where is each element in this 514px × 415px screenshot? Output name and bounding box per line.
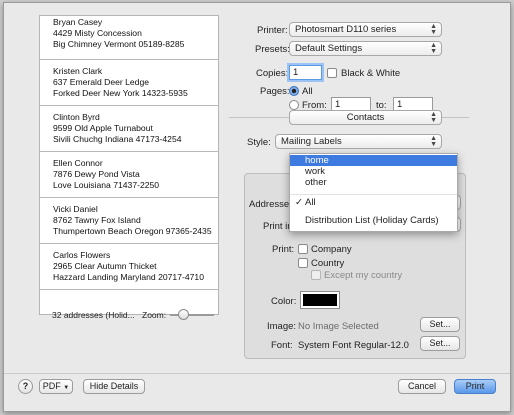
company-label: Company — [311, 244, 352, 255]
cancel-button[interactable]: Cancel — [398, 379, 446, 394]
print-button[interactable]: Print — [454, 379, 496, 394]
copies-label: Copies: — [256, 68, 289, 79]
address-name: Vicki Daniel — [53, 204, 98, 214]
black-white-checkbox[interactable] — [327, 68, 337, 78]
address-label-card: Clinton Byrd 9599 Old Apple Turnabout Sivi… — [40, 106, 218, 152]
pdf-menu-button[interactable]: PDF ▼ — [39, 379, 73, 394]
popup-arrows-icon: ▲ ▼ — [430, 135, 437, 148]
address-name: Bryan Casey — [53, 17, 103, 27]
address-city: Forked Deer New York 14323-5935 — [53, 88, 188, 98]
country-label: Country — [311, 258, 345, 269]
address-street: 4429 Misty Concession — [53, 28, 142, 38]
address-city: Big Chimney Vermont 05189-8285 — [53, 39, 185, 49]
font-set-button[interactable]: Set... — [420, 336, 460, 351]
addresses-label: Addresses — [249, 199, 294, 210]
address-label-card: Carlos Flowers 2965 Clear Autumn Thicket H… — [40, 244, 218, 290]
section-value: Contacts — [346, 112, 385, 123]
pages-label: Pages: — [260, 86, 290, 97]
address-name: Ellen Connor — [53, 158, 103, 168]
address-name: Clinton Byrd — [53, 112, 100, 122]
font-value: System Font Regular-12.0 — [298, 340, 409, 351]
style-popup[interactable]: Mailing Labels ▲ ▼ — [275, 134, 442, 149]
menu-item-distribution-list[interactable]: Distribution List (Holiday Cards) — [290, 215, 457, 226]
zoom-slider[interactable] — [170, 309, 214, 320]
address-name: Carlos Flowers — [53, 250, 111, 260]
font-label: Font: — [271, 340, 293, 351]
label-preview: Bryan Casey 4429 Misty Concession Big Chim… — [39, 15, 219, 315]
address-name: Kristen Clark — [53, 66, 103, 76]
menu-separator — [290, 194, 457, 195]
color-label: Color: — [271, 296, 297, 307]
help-button[interactable]: ? — [18, 379, 33, 394]
footer-divider — [4, 373, 510, 374]
company-checkbox[interactable] — [298, 244, 308, 254]
popup-arrows-icon: ▲ ▼ — [430, 42, 437, 55]
address-count-label: 32 addresses (Holid... — [52, 310, 135, 320]
address-label-card: Bryan Casey 4429 Misty Concession Big Chim… — [40, 16, 218, 60]
address-label-card: Ellen Connor 7876 Dewy Pond Vista Love Lou… — [40, 152, 218, 198]
pages-from-radio[interactable] — [289, 100, 299, 110]
print-options-label: Print: — [272, 244, 295, 255]
menu-item-all[interactable]: ✓ All — [290, 197, 457, 208]
except-country-label: Except my country — [324, 270, 403, 281]
address-street: 9599 Old Apple Turnabout — [53, 123, 153, 133]
address-street: 8762 Tawny Fox Island — [53, 215, 141, 225]
section-popup[interactable]: Contacts ▲ ▼ — [289, 110, 442, 125]
presets-value: Default Settings — [295, 43, 363, 54]
address-street: 7876 Dewy Pond Vista — [53, 169, 140, 179]
hide-details-button[interactable]: Hide Details — [83, 379, 145, 394]
address-type-menu: home work other ✓ All Distribution List (… — [289, 153, 458, 232]
pdf-label: PDF — [42, 381, 61, 391]
print-dialog: Bryan Casey 4429 Misty Concession Big Chim… — [3, 2, 511, 412]
presets-popup[interactable]: Default Settings ▲ ▼ — [289, 41, 442, 56]
address-city: Sivili Chuchg Indiana 47173-4254 — [53, 134, 182, 144]
except-country-checkbox — [311, 270, 321, 280]
menu-item-work[interactable]: work — [290, 166, 457, 177]
popup-arrows-icon: ▲ ▼ — [430, 23, 437, 36]
image-label: Image: — [267, 321, 297, 332]
address-city: Love Louisiana 71437-2250 — [53, 180, 160, 190]
address-label-card: Vicki Daniel 8762 Tawny Fox Island Thumper… — [40, 198, 218, 244]
printer-value: Photosmart D110 series — [295, 24, 397, 35]
menu-item-other[interactable]: other — [290, 177, 457, 188]
pages-all-label: All — [302, 86, 313, 97]
country-checkbox[interactable] — [298, 258, 308, 268]
color-well[interactable] — [300, 291, 340, 309]
zoom-slider-knob[interactable] — [178, 309, 189, 320]
address-city: Thumpertown Beach Oregon 97365-2435 — [53, 226, 212, 236]
zoom-label: Zoom: — [142, 310, 167, 320]
address-street: 637 Emerald Deer Ledge — [53, 77, 150, 87]
help-icon: ? — [22, 381, 29, 391]
printer-label: Printer: — [257, 25, 288, 36]
popup-arrows-icon: ▲ ▼ — [430, 111, 437, 124]
pages-all-radio[interactable] — [289, 86, 299, 96]
presets-label: Presets: — [255, 44, 290, 55]
menu-item-home[interactable]: home — [290, 155, 457, 166]
chevron-down-icon: ▼ — [63, 385, 70, 391]
address-city: Hazzard Landing Maryland 20717-4710 — [53, 272, 204, 282]
address-label-card: Kristen Clark 637 Emerald Deer Ledge Forke… — [40, 60, 218, 106]
menu-item-all-label: All — [305, 197, 316, 208]
copies-field[interactable]: 1 — [289, 65, 322, 80]
address-street: 2965 Clear Autumn Thicket — [53, 261, 157, 271]
black-white-label: Black & White — [341, 68, 401, 79]
image-value: No Image Selected — [298, 321, 379, 332]
printer-popup[interactable]: Photosmart D110 series ▲ ▼ — [289, 22, 442, 37]
style-value: Mailing Labels — [281, 136, 342, 147]
style-label: Style: — [247, 137, 271, 148]
color-swatch — [303, 294, 337, 306]
checkmark-icon: ✓ — [295, 197, 303, 208]
image-set-button[interactable]: Set... — [420, 317, 460, 332]
